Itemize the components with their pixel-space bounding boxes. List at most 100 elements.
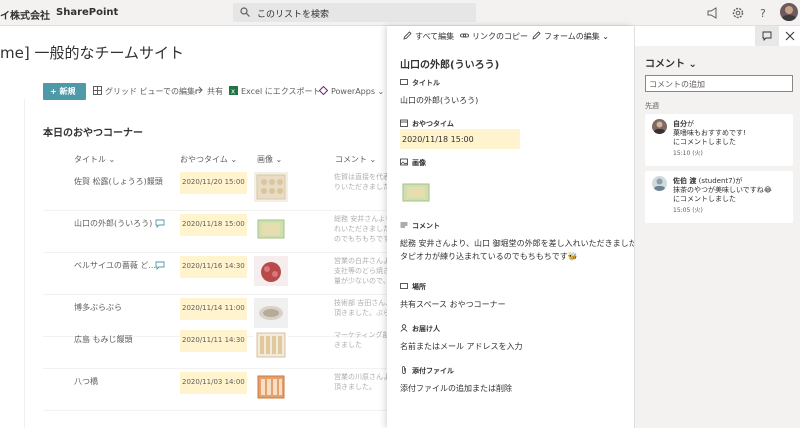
- comment-author[interactable]: 自分: [673, 120, 687, 128]
- column-header-title[interactable]: タイトル ⌄: [74, 154, 115, 165]
- list-row[interactable]: ベルサイユの薔薇 ど... 2020/11/16 14:30 営業の白井さんより…: [43, 256, 387, 295]
- row-comment: 総務 安井さんより れいただきました のでもちもちです: [334, 215, 387, 242]
- megaphone-icon[interactable]: [706, 6, 720, 20]
- comment-card[interactable]: 佐伯 渡 (student7)が 抹茶のやつが美味しいですね😂 にコメントしまし…: [645, 171, 793, 223]
- text-field-icon: [400, 79, 408, 85]
- row-image[interactable]: [254, 256, 288, 286]
- left-nav-strip: [0, 99, 25, 428]
- pencil-icon: [532, 31, 541, 40]
- list-row[interactable]: 佐賀 松露(しょうろ)饅頭 2020/11/20 15:00 佐賀は直接を代表り…: [43, 172, 387, 211]
- comment-card[interactable]: 自分が 菓嗜味もおすすめです! にコメントしました 15:10 (火): [645, 114, 793, 166]
- suite-bar: イ株式会社 SharePoint このリストを検索 ?: [0, 0, 800, 26]
- row-title[interactable]: 広島 もみじ饅頭: [74, 334, 133, 345]
- site-page: me] 一般的なチームサイト + 新規 グリッド ビューでの編集 共有 x Exc…: [0, 26, 387, 428]
- field-label-attach: 添付ファイル: [400, 366, 454, 376]
- comment-input[interactable]: コメントの追加: [645, 75, 793, 92]
- row-comment: 営業の白井さんより支社等のどら焼き量が少ないので、早: [334, 257, 387, 284]
- export-excel-button[interactable]: x Excel にエクスポート: [229, 86, 321, 97]
- field-value-deliver[interactable]: 名前またはメール アドレスを入力: [400, 341, 523, 352]
- app-name[interactable]: SharePoint: [56, 7, 118, 18]
- org-name[interactable]: イ株式会社: [0, 7, 50, 22]
- row-comment: マーケティング部 きました: [334, 331, 387, 349]
- row-image[interactable]: [254, 214, 288, 244]
- list-row[interactable]: 山口の外郎(ういろう) 2020/11/18 15:00 総務 安井さんより れい…: [43, 214, 387, 253]
- field-value-title[interactable]: 山口の外郎(ういろう): [400, 95, 478, 106]
- field-label-time: おやつタイム: [400, 119, 454, 129]
- row-image[interactable]: [254, 298, 288, 328]
- column-header-image[interactable]: 画像 ⌄: [257, 154, 282, 165]
- field-label-deliver: お届け人: [400, 324, 440, 334]
- row-title[interactable]: 八つ橋: [74, 376, 98, 387]
- field-value-comment-line1[interactable]: 総務 安井さんより、山口 御堀堂の外郎を差し入れいただきました!: [400, 238, 640, 249]
- row-comment: 技術部 吉田さんよ 頂きました。ぶら: [334, 299, 387, 317]
- text-field-icon: [400, 283, 408, 289]
- row-time: 2020/11/03 14:00: [180, 372, 247, 394]
- chat-icon: [762, 31, 772, 41]
- avatar: [652, 176, 667, 191]
- field-label-title: タイトル: [400, 78, 440, 88]
- svg-text:?: ?: [760, 7, 766, 20]
- comment-icon[interactable]: [155, 261, 165, 270]
- field-label-place: 場所: [400, 282, 426, 292]
- share-button[interactable]: 共有: [195, 86, 223, 97]
- search-icon: [240, 7, 250, 17]
- comments-title[interactable]: コメント ⌄: [645, 55, 697, 70]
- pencil-icon: [403, 31, 412, 40]
- list-row[interactable]: 八つ橋 2020/11/03 14:00 営業の川原さんよ 頂きました。: [43, 372, 387, 411]
- link-icon: [460, 33, 469, 38]
- grid-edit-button[interactable]: グリッド ビューでの編集: [93, 86, 195, 97]
- row-title[interactable]: 博多ぶらぶら: [74, 302, 122, 313]
- row-image[interactable]: [254, 172, 288, 202]
- calendar-icon: [400, 119, 408, 127]
- powerapps-icon: [319, 86, 328, 95]
- row-title[interactable]: 山口の外郎(ういろう): [74, 218, 152, 229]
- field-label-comment: コメント: [400, 221, 440, 231]
- form-toolbar: すべて編集 リンクのコピー フォームの編集 ⌄: [387, 26, 634, 46]
- copy-link-button[interactable]: リンクのコピー: [460, 31, 528, 42]
- new-button[interactable]: + 新規: [43, 83, 86, 100]
- comments-toggle-button[interactable]: [755, 26, 779, 46]
- gear-icon[interactable]: [731, 6, 745, 20]
- grid-icon: [93, 86, 102, 95]
- row-time: 2020/11/16 14:30: [180, 256, 247, 278]
- lines-icon: [400, 222, 408, 228]
- field-image-thumbnail[interactable]: [400, 176, 432, 208]
- column-header-time[interactable]: おやつタイム ⌄: [180, 154, 237, 165]
- row-time: 2020/11/20 15:00: [180, 172, 247, 194]
- column-header-comment[interactable]: コメント ⌄: [335, 154, 376, 165]
- edit-form-button[interactable]: フォームの編集 ⌄: [532, 31, 609, 42]
- row-time: 2020/11/14 11:00: [180, 298, 247, 320]
- paperclip-icon: [402, 366, 406, 374]
- comment-author[interactable]: 佐伯 渡: [673, 177, 696, 185]
- site-title[interactable]: me] 一般的なチームサイト: [0, 42, 184, 63]
- command-bar: + 新規 グリッド ビューでの編集 共有 x Excel にエクスポート Powe…: [25, 80, 387, 102]
- excel-icon: x: [229, 86, 238, 95]
- edit-all-button[interactable]: すべて編集: [403, 31, 454, 42]
- search-box[interactable]: このリストを検索: [233, 3, 476, 22]
- svg-text:x: x: [231, 88, 235, 96]
- field-value-attach[interactable]: 添付ファイルの追加または削除: [400, 383, 512, 394]
- help-icon[interactable]: ?: [756, 6, 770, 20]
- list-row[interactable]: 広島 もみじ饅頭 2020/11/11 14:30 マーケティング部 きました: [43, 330, 387, 369]
- powerapps-button[interactable]: PowerApps ⌄: [319, 86, 384, 96]
- row-title[interactable]: ベルサイユの薔薇 ど...: [74, 260, 156, 271]
- close-icon[interactable]: [785, 31, 795, 41]
- row-time: 2020/11/18 15:00: [180, 214, 247, 236]
- avatar: [652, 119, 667, 134]
- list-title: 本日のおやつコーナー: [43, 128, 143, 139]
- item-title: 山口の外郎(ういろう): [400, 60, 500, 71]
- comment-time: 15:05 (火): [673, 207, 703, 214]
- field-value-time[interactable]: 2020/11/18 15:00: [400, 129, 520, 149]
- share-icon: [195, 86, 203, 94]
- field-value-place[interactable]: 共有スペース おやつコーナー: [400, 299, 506, 310]
- comment-action: にコメントしました: [673, 138, 736, 146]
- person-icon: [400, 324, 408, 332]
- field-value-comment-line2[interactable]: タピオカが練り込まれているのでもちもちです🐝: [400, 251, 578, 262]
- row-image[interactable]: [254, 372, 288, 402]
- comment-action: にコメントしました: [673, 195, 736, 203]
- row-image[interactable]: [254, 330, 288, 360]
- row-title[interactable]: 佐賀 松露(しょうろ)饅頭: [74, 176, 163, 187]
- comment-icon[interactable]: [155, 219, 165, 228]
- comments-section-label: 先週: [645, 102, 659, 110]
- user-avatar[interactable]: [780, 3, 798, 21]
